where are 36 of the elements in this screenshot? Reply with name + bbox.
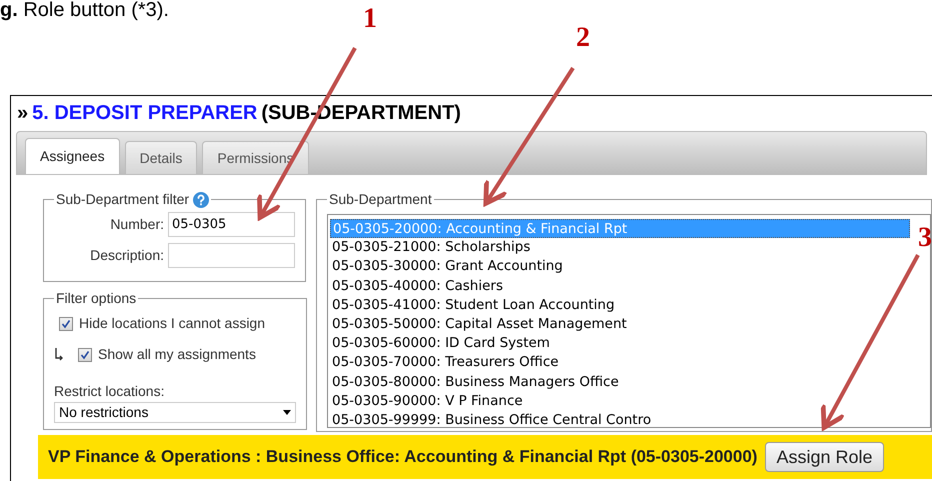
assign-role-button[interactable]: Assign Role: [765, 442, 884, 472]
list-item[interactable]: 05-0305-21000: Scholarships: [330, 238, 910, 258]
restrict-dropdown[interactable]: No restrictions: [54, 402, 296, 423]
caption-text: g. Role button (*3).: [0, 0, 169, 20]
dropdown-arrow-icon: [283, 410, 291, 415]
list-item[interactable]: 05-0305-90000: V P Finance: [330, 392, 910, 411]
checkbox-label: Show all my assignments: [98, 345, 256, 364]
list-item[interactable]: 05-0305-99999: Business Office Central Contro: [330, 410, 910, 430]
tab[interactable]: Permissions: [202, 141, 309, 174]
list-item[interactable]: 05-0305-40000: Cashiers: [330, 276, 910, 296]
selection-text: VP Finance & Operations : Business Office: Accounting & Financial Rpt (05-0305-20000): [48, 446, 758, 468]
field-label: Number:: [110, 215, 164, 234]
list-item[interactable]: 05-0305-50000: Capital Asset Management: [330, 314, 910, 334]
checkbox-label: Hide locations I cannot assign: [79, 314, 265, 333]
group-legend: Sub-Department: [327, 189, 434, 210]
number-field[interactable]: 05-0305: [168, 212, 295, 237]
list-item[interactable]: 05-0305-41000: Student Loan Accounting: [330, 296, 910, 315]
list-item[interactable]: 05-0305-30000: Grant Accounting: [330, 257, 910, 277]
tab[interactable]: Assignees: [25, 138, 120, 174]
checkbox[interactable]: [78, 348, 92, 362]
annotation-number: 1: [363, 5, 377, 33]
tab[interactable]: Details: [124, 141, 198, 174]
list-item[interactable]: 05-0305-80000: Business Managers Office: [330, 372, 910, 392]
group-legend: Sub-Department filter: [56, 189, 190, 210]
panel-title: 5. DEPOSIT PREPARER: [32, 101, 258, 126]
list-item[interactable]: 05-0305-70000: Treasurers Office: [330, 353, 910, 372]
breadcrumb-mark: »: [17, 101, 28, 126]
group-legend: Filter options: [54, 288, 138, 309]
list-item[interactable]: 05-0305-60000: ID Card System: [330, 334, 910, 354]
description-field[interactable]: [168, 243, 295, 268]
field-label: Restrict locations:: [54, 382, 166, 401]
field-label: Description:: [90, 246, 164, 265]
checkbox[interactable]: [59, 316, 73, 330]
annotation-number: 2: [576, 24, 590, 52]
help-icon[interactable]: [193, 192, 210, 208]
annotation-number: 3: [918, 224, 932, 252]
